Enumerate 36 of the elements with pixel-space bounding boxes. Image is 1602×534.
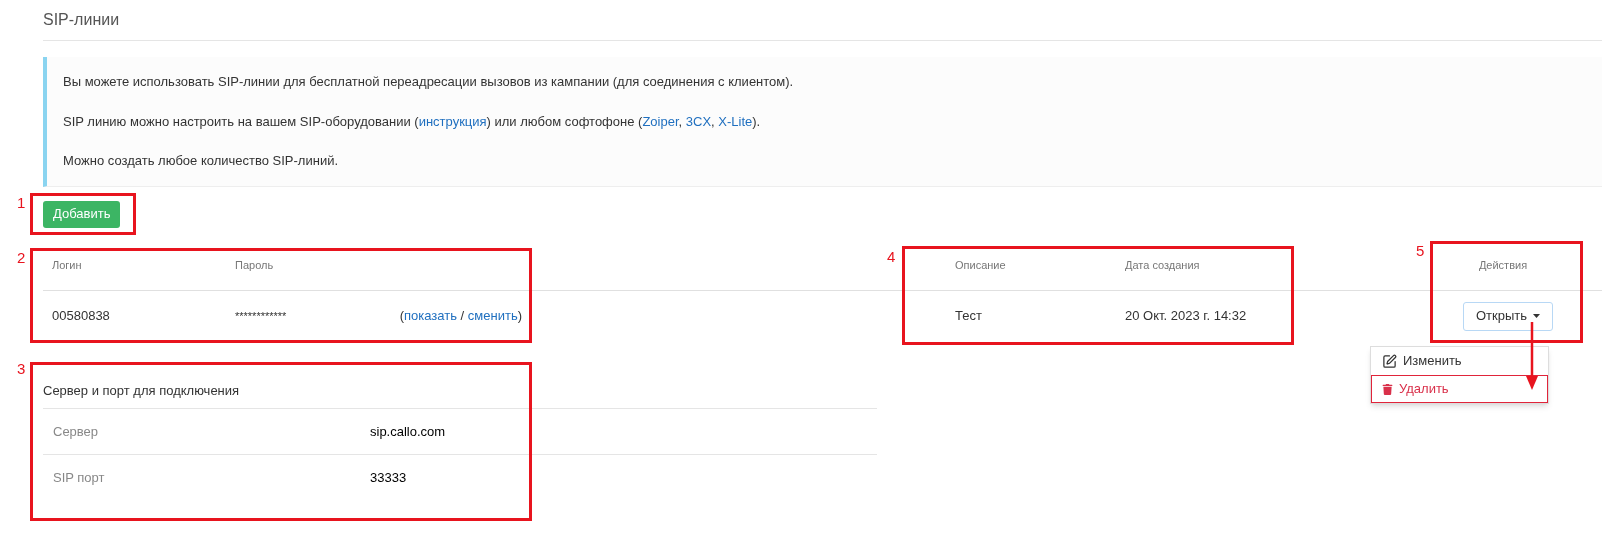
row-label: SIP порт xyxy=(53,469,105,485)
column-header: Дата создания xyxy=(1125,259,1200,272)
column-header: Описание xyxy=(955,259,1006,272)
menu-item[interactable]: Изменить xyxy=(1371,347,1548,375)
column-header: Действия xyxy=(1478,259,1528,272)
link[interactable]: сменить xyxy=(467,308,518,324)
table-cell: Тест xyxy=(955,308,982,324)
info-text: SIP линию можно настроить на вашем SIP-оборудовании (инструкция) или любом софтофоне (Zoiper, 3CX, X-Lite). xyxy=(63,112,762,131)
annotation-number: 4 xyxy=(887,247,896,267)
column-header: Логин xyxy=(52,259,82,272)
annotation-number: 5 xyxy=(1416,241,1425,261)
annotation-number: 3 xyxy=(17,359,26,379)
page-title: SIP-линии xyxy=(43,10,120,30)
info-text: Можно создать любое количество SIP-линий. xyxy=(63,152,340,171)
open-dropdown-button[interactable]: Открыть xyxy=(1463,301,1554,331)
menu-item[interactable]: Удалить xyxy=(1371,375,1548,403)
table-cell: 00580838 xyxy=(52,308,110,324)
table-cell: 20 Окт. 2023 г. 14:32 xyxy=(1125,308,1247,324)
row-value: 33333 xyxy=(370,468,407,487)
section-title: Сервер и порт для подключения xyxy=(43,382,240,400)
caret-icon xyxy=(1533,314,1541,318)
link[interactable]: X-Lite xyxy=(718,113,753,129)
link[interactable]: Zoiper xyxy=(642,113,679,129)
annotation-number: 1 xyxy=(17,193,26,213)
link[interactable]: инструкция xyxy=(418,113,487,129)
edit-icon xyxy=(1382,353,1397,369)
row-label: Сервер xyxy=(53,423,99,439)
link[interactable]: показать xyxy=(404,308,457,324)
annotation-arrow xyxy=(1525,322,1539,392)
password-actions: (показать / сменить) xyxy=(399,307,522,326)
annotation-number: 2 xyxy=(17,248,26,268)
row-value: sip.callo.com xyxy=(370,422,446,441)
column-header: Пароль xyxy=(235,259,274,272)
trash-icon xyxy=(1382,383,1393,395)
password-mask: ************ xyxy=(235,309,287,322)
info-text: Вы можете использовать SIP-линии для бесплатной переадресации вызовов из кампании (для соединения с клиентом). xyxy=(63,73,795,92)
